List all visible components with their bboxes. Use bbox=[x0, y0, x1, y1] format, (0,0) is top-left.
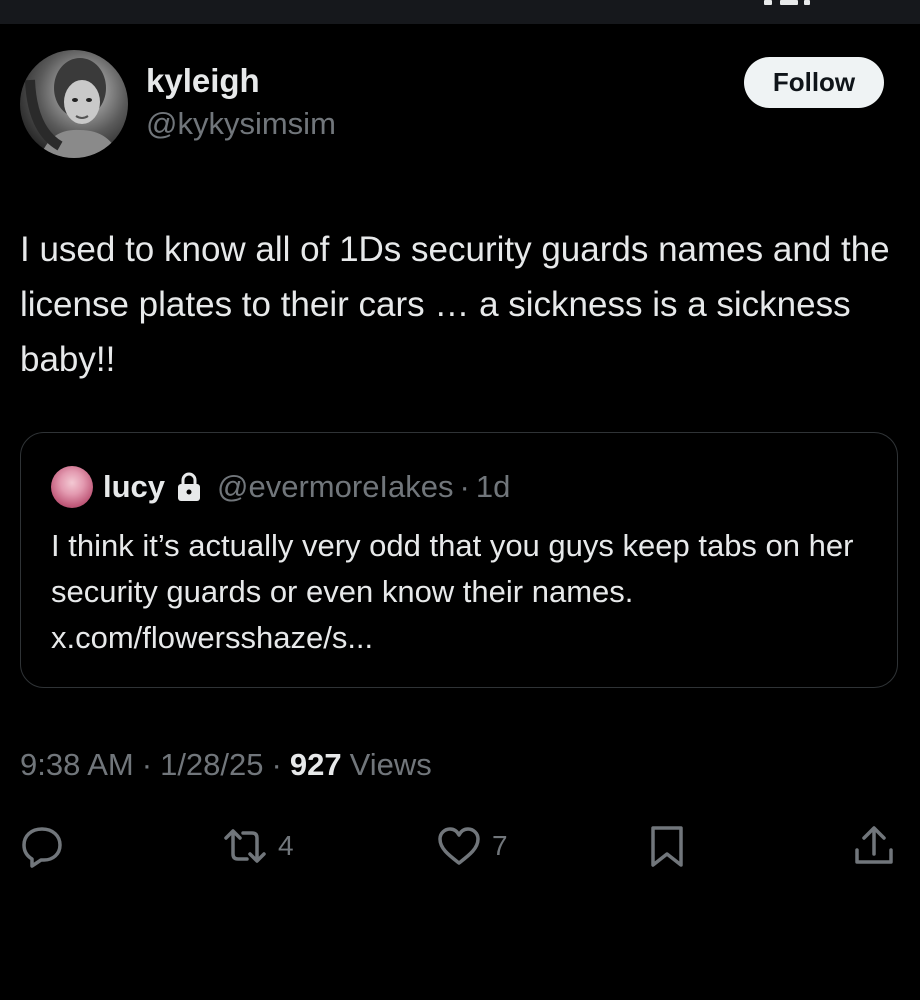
quote-author-name[interactable]: lucy bbox=[103, 469, 165, 505]
lock-icon bbox=[177, 472, 201, 502]
retweet-icon bbox=[222, 824, 268, 868]
tweet-time[interactable]: 9:38 AM bbox=[20, 747, 134, 783]
share-icon bbox=[852, 824, 896, 868]
follow-button[interactable]: Follow bbox=[744, 57, 884, 108]
quote-tweet-card[interactable]: lucy @evermoreIakes · 1d I think it’s ac… bbox=[20, 432, 898, 688]
top-bar bbox=[0, 0, 920, 24]
author-display-name[interactable]: kyleigh bbox=[146, 62, 260, 100]
quote-separator: · bbox=[459, 469, 470, 504]
retweet-button[interactable]: 4 bbox=[222, 818, 294, 874]
top-bar-glyph bbox=[760, 0, 810, 6]
views-count: 927 bbox=[289, 747, 342, 782]
quote-author-handle[interactable]: @evermoreIakes bbox=[217, 469, 454, 505]
quote-header: lucy @evermoreIakes · 1d bbox=[51, 466, 510, 508]
like-count: 7 bbox=[492, 830, 508, 861]
views-label: Views bbox=[349, 747, 432, 782]
quote-author-avatar[interactable] bbox=[51, 466, 93, 508]
reply-icon bbox=[20, 824, 64, 868]
heart-icon bbox=[436, 824, 482, 868]
quote-timestamp[interactable]: 1d bbox=[476, 469, 510, 505]
tweet-date[interactable]: 1/28/25 bbox=[160, 747, 263, 783]
meta-separator: · bbox=[141, 747, 153, 782]
retweet-count: 4 bbox=[278, 830, 294, 861]
tweet-meta: 9:38 AM · 1/28/25 · 927 Views bbox=[20, 745, 432, 785]
like-button[interactable]: 7 bbox=[436, 818, 508, 874]
author-avatar[interactable] bbox=[20, 50, 128, 158]
bookmark-button[interactable] bbox=[648, 818, 686, 874]
share-button[interactable] bbox=[852, 818, 896, 874]
quote-text: I think it’s actually very odd that you … bbox=[51, 528, 854, 655]
action-bar: 4 7 bbox=[0, 818, 920, 874]
tweet-text: I used to know all of 1Ds security guard… bbox=[20, 230, 890, 379]
meta-separator: · bbox=[271, 747, 282, 782]
author-handle[interactable]: @kykysimsim bbox=[146, 106, 336, 142]
bookmark-icon bbox=[648, 824, 686, 868]
reply-button[interactable] bbox=[20, 818, 64, 874]
